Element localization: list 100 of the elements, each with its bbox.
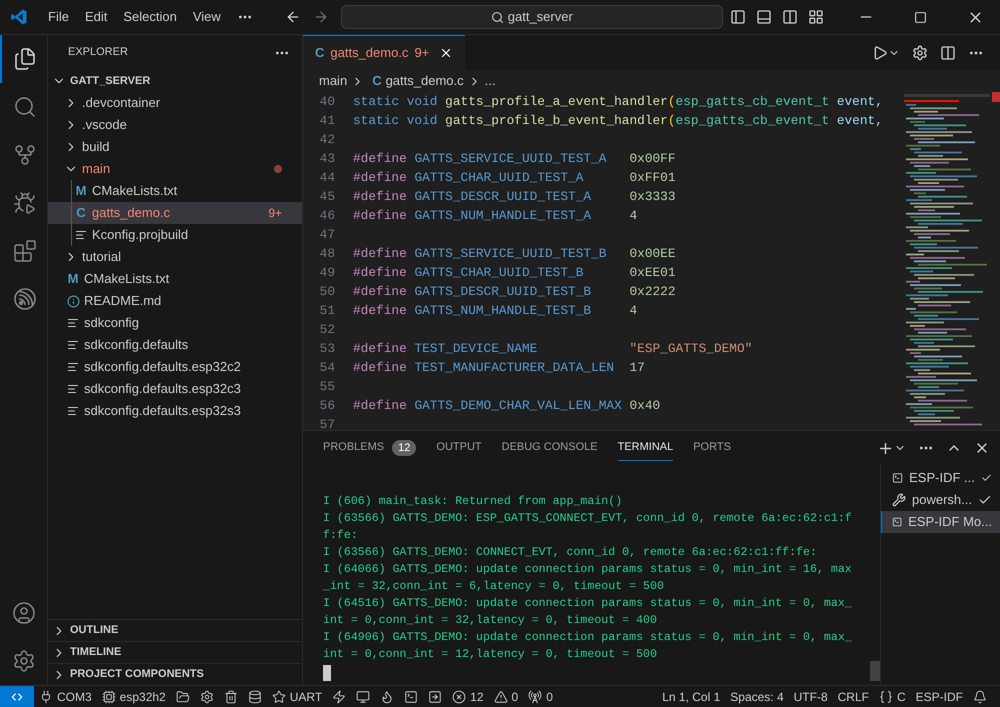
- terminal-list-item[interactable]: ESP-IDF ...: [881, 467, 1000, 489]
- line-number: 45: [318, 188, 336, 206]
- terminal-line: int = 0,conn_int = 32,latency = 0, timeout = 400: [323, 613, 657, 629]
- panel-tab[interactable]: DEBUG CONSOLE: [502, 435, 598, 461]
- section-header[interactable]: TIMELINE: [48, 641, 302, 663]
- menu-item[interactable]: View: [184, 7, 229, 27]
- tree-item[interactable]: M CMakeLists.txt: [48, 180, 302, 202]
- line-number: 46: [318, 207, 336, 225]
- status-item[interactable]: 0: [488, 686, 524, 707]
- search-icon: [490, 10, 504, 24]
- status-item[interactable]: CRLF: [832, 686, 874, 707]
- terminal-list-item[interactable]: ESP-IDF Mo...: [881, 511, 1000, 533]
- tree-item[interactable]: sdkconfig.defaults.esp32s3: [48, 400, 302, 422]
- search-field[interactable]: gatt_server: [340, 5, 723, 29]
- status-item[interactable]: UTF-8: [788, 686, 833, 707]
- terminal-line: I (64066) GATTS_DEMO: update connection params status = 0, min_int = 16, max: [323, 562, 852, 578]
- gear-icon[interactable]: [912, 44, 928, 60]
- line-number: 41: [318, 112, 336, 130]
- status-item[interactable]: 0: [523, 686, 558, 707]
- status-item[interactable]: ESP-IDF: [910, 686, 968, 707]
- arrow-box-icon: [428, 690, 442, 704]
- terminal-line: _int = 32,conn_int = 6,latency = 0, timeout = 500: [323, 579, 664, 595]
- menu-item[interactable]: Edit: [76, 7, 116, 27]
- line-number: 44: [318, 169, 336, 187]
- status-item[interactable]: 12: [447, 686, 489, 707]
- tree-item[interactable]: Kconfig.projbuild: [48, 224, 302, 246]
- settings-icon: [12, 649, 36, 673]
- error-icon: [452, 690, 466, 704]
- panel-toggle-icon[interactable]: [756, 9, 772, 25]
- terminal-cursor: [323, 665, 331, 681]
- tree-item[interactable]: tutorial: [48, 246, 302, 268]
- panel-tab[interactable]: PORTS: [693, 435, 731, 461]
- lines-icon: [75, 229, 87, 241]
- tree-item[interactable]: .vscode: [48, 114, 302, 136]
- status-item[interactable]: Spaces: 4: [725, 686, 789, 707]
- tree-item[interactable]: sdkconfig.defaults.esp32c3: [48, 378, 302, 400]
- editor-tab[interactable]: C gatts_demo.c 9+: [303, 35, 466, 70]
- scrollbar-thumb[interactable]: [870, 661, 880, 681]
- file-name: main: [82, 160, 110, 178]
- problem-count: 9+: [268, 205, 282, 222]
- terminal-icon: [892, 515, 902, 529]
- split-editor-icon[interactable]: [940, 44, 956, 60]
- forward-icon[interactable]: [312, 9, 329, 25]
- tree-item[interactable]: M CMakeLists.txt: [48, 268, 302, 290]
- menu-item[interactable]: Selection: [115, 7, 185, 27]
- panel-tab[interactable]: PROBLEMS 12: [323, 435, 416, 461]
- sidebar-toggle-icon[interactable]: [730, 9, 746, 25]
- remote-button[interactable]: [0, 686, 34, 707]
- bug-play-icon: [12, 191, 36, 215]
- code-line: #define GATTS_SERVICE_UUID_TEST_A 0x00FF: [353, 150, 676, 168]
- braces-icon: [878, 690, 893, 704]
- code-line: #define TEST_MANUFACTURER_DATA_LEN 17: [353, 359, 645, 377]
- layout-icon[interactable]: [808, 9, 824, 25]
- status-item[interactable]: COM3: [34, 686, 97, 707]
- status-item[interactable]: UART: [266, 686, 328, 707]
- tree-item[interactable]: sdkconfig.defaults: [48, 334, 302, 356]
- line-number: 51: [318, 302, 336, 320]
- tree-item[interactable]: sdkconfig.defaults.esp32c2: [48, 356, 302, 378]
- tree-item[interactable]: sdkconfig: [48, 312, 302, 334]
- terminal-line: I (63566) GATTS_DEMO: ESP_GATTS_CONNECT_EVT, conn_id 0, remote 6a:ec:62:c1:f: [323, 511, 852, 527]
- maximize-icon[interactable]: [914, 10, 927, 24]
- section-header[interactable]: OUTLINE: [48, 619, 302, 641]
- terminal-list-item[interactable]: powersh...: [881, 489, 1000, 511]
- error-marker: [992, 92, 1000, 102]
- split-toggle-icon[interactable]: [782, 9, 798, 25]
- lines-icon: [67, 405, 79, 417]
- database-icon: [248, 690, 262, 704]
- wrench-icon: [892, 493, 906, 507]
- back-icon[interactable]: [284, 9, 301, 25]
- panel-tab[interactable]: OUTPUT: [436, 435, 482, 461]
- line-number: 42: [318, 131, 336, 149]
- tree-item[interactable]: build: [48, 136, 302, 158]
- file-name: tutorial: [82, 248, 122, 266]
- status-item[interactable]: Ln 1, Col 1: [657, 686, 726, 707]
- file-name: sdkconfig.defaults: [84, 336, 188, 354]
- search-icon: [12, 95, 36, 119]
- code-line: #define GATTS_NUM_HANDLE_TEST_B 4: [353, 302, 638, 320]
- gear-icon: [200, 690, 214, 704]
- tree-item[interactable]: C gatts_demo.c 9+: [48, 202, 302, 224]
- sidebar-title: EXPLORER: [68, 45, 128, 60]
- terminal-line: int = 0,conn_int = 12,latency = 0, timeout = 500: [323, 647, 657, 663]
- status-item[interactable]: esp32h2: [96, 686, 171, 707]
- terminal-line: f:fe:: [323, 528, 358, 544]
- tree-item[interactable]: main: [48, 158, 302, 180]
- code-line: #define GATTS_DEMO_CHAR_VAL_LEN_MAX 0x40: [353, 397, 660, 415]
- code-line: #define GATTS_CHAR_UUID_TEST_A 0xFF01: [353, 169, 676, 187]
- folder-icon: [176, 690, 190, 704]
- tree-item[interactable]: README.md: [48, 290, 302, 312]
- tree-item[interactable]: .devcontainer: [48, 92, 302, 114]
- lightning-icon: [332, 690, 346, 704]
- folder-root-title[interactable]: GATT_SERVER: [70, 72, 150, 90]
- menu-item[interactable]: File: [40, 7, 77, 27]
- panel-tab[interactable]: TERMINAL: [618, 435, 674, 461]
- breadcrumb-item[interactable]: gatts_demo.c: [386, 71, 464, 91]
- status-item[interactable]: C: [874, 686, 911, 707]
- run-icon[interactable]: [872, 44, 888, 60]
- breadcrumb-item[interactable]: ...: [484, 71, 496, 91]
- breadcrumb-item[interactable]: main: [319, 71, 348, 91]
- c-file-icon: C: [315, 43, 324, 63]
- blocks-icon: [12, 239, 36, 263]
